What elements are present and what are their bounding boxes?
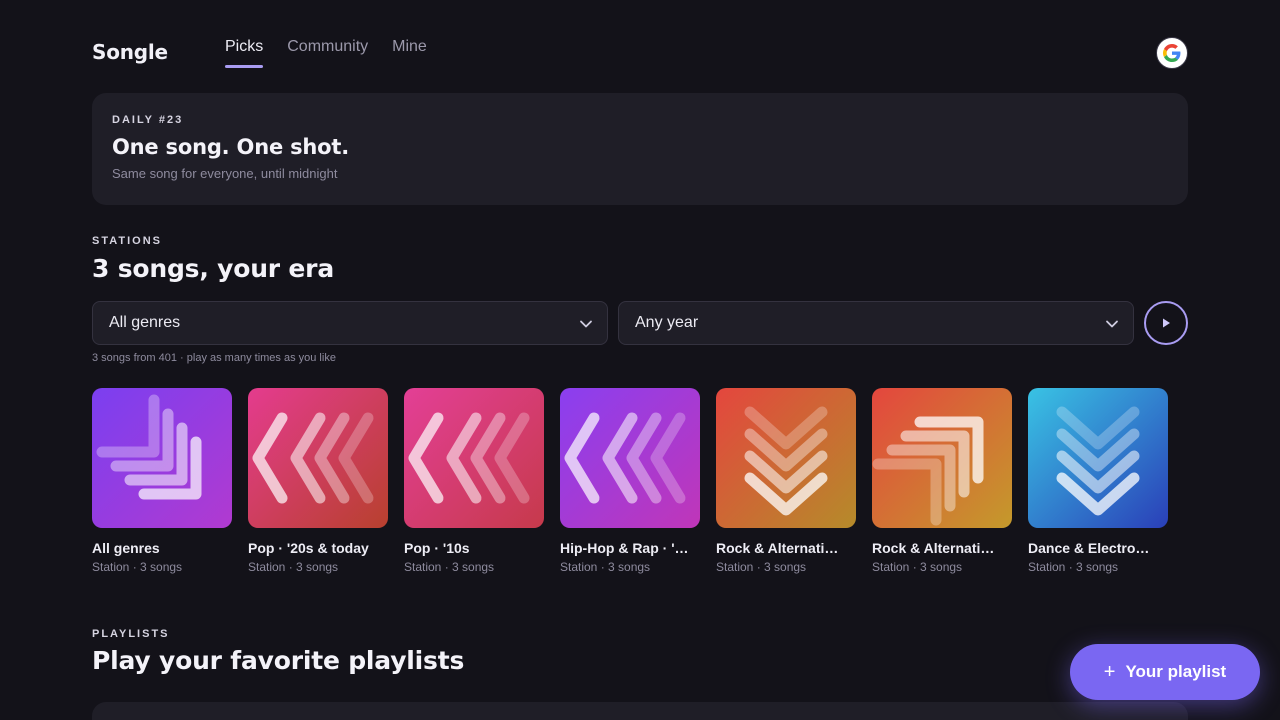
station-card-title: Hip-Hop & Rap · '… [560,540,689,556]
your-playlist-button[interactable]: + Your playlist [1070,644,1260,700]
top-bar: Songle Picks Community Mine [92,30,1188,74]
stations-title: 3 songs, your era [92,254,334,283]
genre-select[interactable]: All genres [92,301,608,345]
station-card-title: Pop · '20s & today [248,540,369,556]
station-artwork [248,388,388,528]
station-cards: All genres Station · 3 songs Pop · '20s & … [92,388,1168,574]
station-card-subtitle: Station · 3 songs [872,560,963,574]
station-card-title: Pop · '10s [404,540,470,556]
stations-eyebrow: STATIONS [92,235,162,247]
your-playlist-label: Your playlist [1125,662,1227,681]
station-card[interactable]: All genres Station · 3 songs [92,388,232,574]
station-card-subtitle: Station · 3 songs [404,560,495,574]
play-station-button[interactable] [1144,301,1188,345]
station-card-subtitle: Station · 3 songs [92,560,183,574]
station-card-title: Rock & Alternati… [872,540,995,556]
playlists-eyebrow: PLAYLISTS [92,628,170,640]
station-card[interactable]: Dance & Electro… Station · 3 songs [1028,388,1168,574]
year-select[interactable]: Any year [618,301,1134,345]
station-card-subtitle: Station · 3 songs [248,560,339,574]
station-card[interactable]: Pop · '20s & today Station · 3 songs [248,388,388,574]
station-artwork-pattern-icon [248,388,388,528]
daily-title: One song. One shot. [112,135,350,159]
tab-picks[interactable]: Picks [225,38,264,68]
station-artwork [872,388,1012,528]
station-artwork [560,388,700,528]
app-logo[interactable]: Songle [92,40,168,64]
station-artwork-pattern-icon [92,388,232,528]
year-select-value: Any year [635,314,699,331]
chevron-down-icon [580,320,592,328]
daily-card[interactable]: DAILY #23 One song. One shot. Same song … [92,93,1188,205]
playlist-card[interactable] [92,702,1188,720]
daily-eyebrow: DAILY #23 [112,114,184,126]
daily-subtitle: Same song for everyone, until midnight [112,166,338,181]
tab-community[interactable]: Community [287,38,368,68]
station-artwork-pattern-icon [404,388,544,528]
station-card-subtitle: Station · 3 songs [716,560,807,574]
station-artwork-pattern-icon [872,388,1012,528]
play-icon [1163,318,1170,328]
station-card[interactable]: Hip-Hop & Rap · '… Station · 3 songs [560,388,700,574]
station-artwork-pattern-icon [560,388,700,528]
station-card-title: All genres [92,540,160,556]
station-artwork-pattern-icon [716,388,856,528]
station-card[interactable]: Pop · '10s Station · 3 songs [404,388,544,574]
google-signin-button[interactable] [1156,37,1188,69]
tab-mine[interactable]: Mine [392,38,427,68]
station-card-title: Dance & Electro… [1028,540,1150,556]
station-artwork [1028,388,1168,528]
chevron-down-icon [1106,320,1118,328]
google-icon [1163,44,1181,62]
station-card[interactable]: Rock & Alternati… Station · 3 songs [872,388,1012,574]
station-artwork [92,388,232,528]
playlists-title: Play your favorite playlists [92,646,465,675]
station-artwork [716,388,856,528]
station-artwork-pattern-icon [1028,388,1168,528]
station-card-subtitle: Station · 3 songs [560,560,651,574]
plus-icon: + [1103,660,1116,683]
stations-hint: 3 songs from 401 · play as many times as… [92,352,336,364]
nav-tabs: Picks Community Mine [225,38,427,68]
station-card-subtitle: Station · 3 songs [1028,560,1119,574]
station-card-title: Rock & Alternati… [716,540,839,556]
genre-select-value: All genres [109,314,181,331]
station-artwork [404,388,544,528]
station-card[interactable]: Rock & Alternati… Station · 3 songs [716,388,856,574]
